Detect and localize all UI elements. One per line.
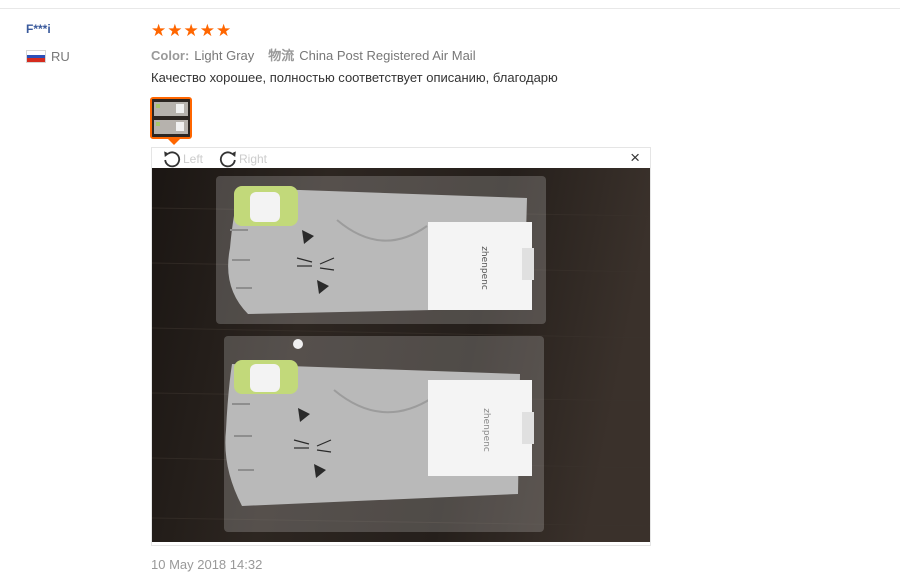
star-icon: ★: [183, 21, 199, 40]
top-sock-package: zhenpenc: [216, 176, 546, 324]
star-icon: ★: [199, 21, 215, 40]
shipping-attribute-label: 物流: [268, 48, 295, 63]
rotate-right-label: Right: [239, 151, 268, 166]
star-icon: ★: [216, 21, 232, 40]
close-icon[interactable]: ×: [630, 149, 640, 166]
order-attributes: Color: Light Gray 物流 China Post Registered …: [151, 45, 476, 64]
reviewer-name[interactable]: F***i: [26, 22, 51, 36]
thumbnail-active-caret: [168, 139, 180, 145]
thumbnail-image: [152, 99, 190, 137]
star-icon: ★: [151, 21, 167, 40]
rotate-right-button[interactable]: Right: [218, 149, 267, 168]
russia-flag-icon: [26, 50, 46, 63]
color-attribute-value: Light Gray: [194, 48, 255, 63]
reviewer-country: RU: [26, 49, 70, 64]
rotate-right-icon: [219, 151, 236, 168]
review-photo: zhenpenc zhenpenc: [152, 168, 650, 542]
rotate-left-icon: [164, 151, 181, 168]
svg-text:zhenpenc: zhenpenc: [481, 408, 491, 452]
rotate-left-label: Left: [183, 151, 204, 166]
bottom-sock-package: zhenpenc: [224, 336, 544, 532]
country-code: RU: [51, 49, 70, 64]
color-attribute-label: Color:: [151, 48, 190, 63]
review-date: 10 May 2018 14:32: [151, 557, 263, 572]
top-divider: [0, 8, 900, 9]
shipping-attribute-value: China Post Registered Air Mail: [299, 48, 476, 63]
star-rating: ★ ★ ★ ★ ★: [151, 22, 232, 40]
viewer-toolbar: Left Right ×: [152, 148, 650, 168]
star-icon: ★: [167, 21, 183, 40]
photo-viewer: Left Right × zhenpenc zhenpenc: [151, 147, 651, 546]
rotate-left-button[interactable]: Left: [162, 149, 203, 168]
svg-text:zhenpenc: zhenpenc: [479, 246, 489, 290]
review-text: Качество хорошее, полностью соответствуе…: [151, 70, 558, 85]
review-photo-thumbnail[interactable]: [150, 97, 192, 139]
